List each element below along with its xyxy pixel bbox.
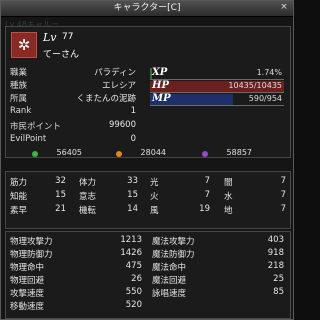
- stat-bar-label: HP: [152, 80, 169, 91]
- level-value: 77: [62, 32, 74, 42]
- window-title: キャラクター[C]: [113, 3, 181, 13]
- currency-value: 56405: [56, 148, 82, 157]
- base-stat-value: 14: [127, 204, 138, 214]
- combat-stat-value: 85: [273, 287, 284, 297]
- info-label: 所属: [10, 94, 28, 104]
- info-value: 0: [130, 134, 136, 144]
- combat-stat-label: 魔法命中: [152, 263, 187, 273]
- combat-stat-value: 918: [267, 248, 284, 258]
- combat-stat-label: 物理防御力: [10, 250, 53, 260]
- base-stat-value: 32: [55, 176, 66, 186]
- base-stat-value: 21: [55, 204, 66, 214]
- base-stat-label: 闇: [224, 178, 233, 188]
- window-title-bar[interactable]: キャラクター[C] ×: [1, 1, 293, 17]
- currency-orb-icon: [202, 151, 208, 157]
- base-stats-panel: 筋力 32 体力 33 光 7 闇 7 知能 15 意志 15 火 7 水 7 素早 21 機転 14 風 19 地 7: [5, 171, 291, 229]
- base-stat-value: 33: [127, 176, 138, 186]
- info-label: 市民ポイント: [10, 122, 62, 132]
- info-label: EvilPoint: [10, 134, 47, 144]
- profile-info-row: 市民ポイント 99600: [10, 120, 136, 132]
- stat-bar-label: MP: [152, 93, 171, 104]
- base-stat-label: 素早: [10, 206, 28, 216]
- profile-info-row: 職業 パラディン: [10, 66, 136, 78]
- combat-stat-label: 詠唱速度: [152, 289, 187, 299]
- stat-bar-mp: MP 590/954: [150, 93, 284, 106]
- combat-stat-label: 攻撃速度: [10, 289, 45, 299]
- combat-stat-label: 魔法防御力: [152, 250, 195, 260]
- base-stat-value: 7: [280, 204, 286, 214]
- info-label: 種族: [10, 81, 28, 91]
- profile-info-row: Rank 1: [10, 106, 136, 116]
- character-window: キャラクター[C] × Lv 48キャルー ✲ Lv 77 てーさん 職業 パラデ…: [0, 0, 294, 320]
- status-bars: XP 1.74% HP 10435/10435 MP 590/954: [150, 67, 284, 107]
- combat-stat-value: 25: [273, 274, 284, 284]
- info-value: 1: [130, 106, 136, 116]
- combat-stat-value: 1426: [120, 248, 142, 258]
- close-icon[interactable]: ×: [279, 3, 289, 13]
- stat-bar-hp: HP 10435/10435: [150, 80, 284, 93]
- base-stat-value: 7: [280, 176, 286, 186]
- base-stat-label: 機転: [79, 206, 97, 216]
- combat-stat-value: 1213: [120, 235, 142, 245]
- combat-stat-value: 520: [125, 300, 142, 310]
- profile-panel: ✲ Lv 77 てーさん 職業 パラディン種族 エレシア所属 くまたんの泥跡 Rank 1…: [5, 26, 291, 158]
- info-value: エレシア: [101, 81, 136, 91]
- base-stat-value: 7: [280, 190, 286, 200]
- stat-bar-xp: XP 1.74%: [150, 67, 284, 80]
- currency-orb-icon: [116, 151, 122, 157]
- combat-stat-label: 物理回避: [10, 276, 45, 286]
- combat-stat-label: 魔法回避: [152, 276, 187, 286]
- character-name: てーさん: [43, 50, 80, 60]
- base-stat-value: 7: [204, 190, 210, 200]
- class-emblem-icon: ✲: [11, 32, 37, 58]
- combat-stat-value: 403: [267, 235, 284, 245]
- info-value: パラディン: [94, 68, 136, 78]
- info-value: 99600: [108, 120, 136, 130]
- combat-stat-value: 550: [125, 287, 142, 297]
- base-stat-label: 知能: [10, 192, 28, 202]
- combat-stats-panel: 物理攻撃力 1213 物理防御力 1426 物理命中 475 物理回避 26 攻撃速度 550 移動…: [5, 231, 291, 319]
- base-stat-label: 意志: [79, 192, 97, 202]
- profile-info-row: 所属 くまたんの泥跡: [10, 92, 136, 104]
- base-stat-value: 15: [127, 190, 138, 200]
- base-stat-value: 19: [199, 204, 210, 214]
- currency-value: 58857: [226, 148, 252, 157]
- combat-stat-label: 物理攻撃力: [10, 237, 53, 247]
- base-stat-label: 火: [150, 192, 159, 202]
- combat-stat-value: 218: [267, 261, 284, 271]
- base-stat-label: 筋力: [10, 178, 28, 188]
- stat-bar-value: 1.74%: [256, 68, 282, 77]
- combat-stat-label: 移動速度: [10, 302, 45, 312]
- combat-stat-label: 魔法攻撃力: [152, 237, 195, 247]
- combat-stat-value: 475: [125, 261, 142, 271]
- info-value: くまたんの泥跡: [76, 94, 136, 104]
- base-stat-label: 水: [224, 192, 233, 202]
- profile-info-row: EvilPoint 0: [10, 134, 136, 144]
- currency-value: 28044: [140, 148, 166, 157]
- stat-bar-value: 10435/10435: [228, 81, 282, 90]
- stat-bar-label: XP: [152, 67, 168, 78]
- base-stat-label: 光: [150, 178, 159, 188]
- level-label: Lv: [43, 31, 57, 44]
- combat-stat-label: 物理命中: [10, 263, 45, 273]
- combat-stat-value: 26: [131, 274, 142, 284]
- profile-info-row: 種族 エレシア: [10, 79, 136, 91]
- base-stat-value: 7: [204, 176, 210, 186]
- stat-bar-value: 590/954: [248, 94, 282, 103]
- base-stat-label: 体力: [79, 178, 97, 188]
- base-stat-label: 地: [224, 206, 233, 216]
- info-label: 職業: [10, 68, 28, 78]
- info-label: Rank: [10, 106, 32, 116]
- base-stat-label: 風: [150, 206, 159, 216]
- base-stat-value: 15: [55, 190, 66, 200]
- currency-orb-icon: [32, 151, 38, 157]
